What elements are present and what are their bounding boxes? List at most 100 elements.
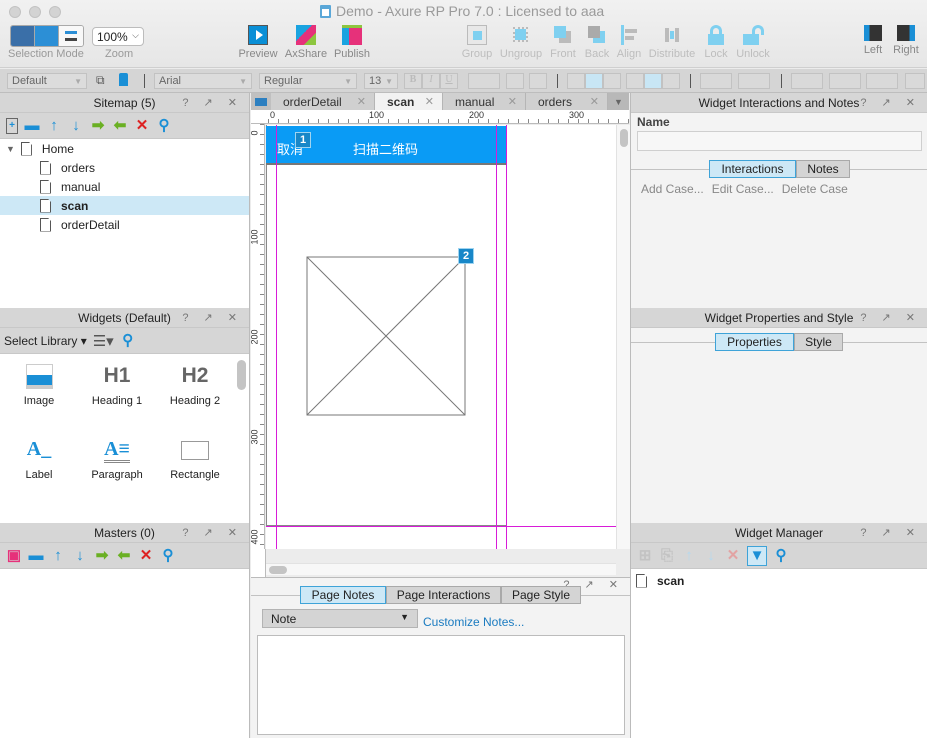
widgets-scrollbar[interactable]	[237, 360, 246, 390]
tree-item-orders[interactable]: orders	[0, 158, 249, 177]
border-color-button[interactable]	[791, 73, 823, 89]
horizontal-scrollbar[interactable]	[266, 563, 616, 575]
close-tab-icon[interactable]: ✕	[425, 95, 434, 108]
valign-top-button[interactable]	[626, 73, 644, 89]
right-panel-toggle[interactable]: Right	[891, 25, 921, 56]
minimize-window-button[interactable]	[29, 6, 41, 18]
style-manager-icon[interactable]: ⧉	[96, 73, 105, 88]
axshare-button[interactable]: AxShare	[284, 25, 328, 60]
close-window-button[interactable]	[9, 6, 21, 18]
search-icon[interactable]: ⚲	[156, 117, 172, 134]
style-select[interactable]: Default ▼	[7, 73, 87, 89]
zoom-window-button[interactable]	[49, 6, 61, 18]
italic-button[interactable]: I	[422, 73, 440, 89]
underline-button[interactable]: U	[440, 73, 458, 89]
widget-image[interactable]: Image	[0, 354, 78, 428]
fill-color-button[interactable]	[700, 73, 732, 89]
lock-button[interactable]: Lock	[702, 25, 730, 60]
move-down-icon[interactable]: ↓	[68, 117, 84, 134]
widget-name-input[interactable]	[637, 131, 922, 151]
distribute-button[interactable]: Distribute	[648, 25, 696, 60]
image-placeholder-widget[interactable]	[306, 256, 466, 416]
format-painter-icon[interactable]	[119, 73, 128, 86]
tab-page-notes[interactable]: Page Notes	[300, 586, 386, 604]
panel-controls[interactable]: ? ↗ ✕	[182, 308, 243, 328]
bold-button[interactable]: B	[404, 73, 422, 89]
zoom-select[interactable]: 100% ⌵	[92, 27, 144, 46]
indent-icon[interactable]: ➡	[90, 117, 106, 134]
left-panel-toggle[interactable]: Left	[860, 25, 886, 56]
delete-page-icon[interactable]: ✕	[134, 117, 150, 134]
guide-line[interactable]	[276, 125, 277, 549]
font-weight-select[interactable]: Regular ▼	[259, 73, 357, 89]
align-button[interactable]: Align	[615, 25, 643, 60]
font-color-button[interactable]	[468, 73, 500, 89]
align-left-button[interactable]	[567, 73, 585, 89]
tree-item-manual[interactable]: manual	[0, 177, 249, 196]
tab-interactions[interactable]: Interactions	[709, 160, 796, 178]
tab-page-style[interactable]: Page Style	[501, 586, 581, 604]
preview-button[interactable]: Preview	[238, 25, 278, 60]
scroll-thumb[interactable]	[269, 566, 287, 574]
move-up-icon[interactable]: ↑	[50, 547, 66, 564]
search-icon[interactable]: ⚲	[160, 547, 176, 564]
vertical-scrollbar[interactable]	[616, 125, 630, 549]
guide-line[interactable]	[506, 125, 507, 549]
add-folder-icon[interactable]: ▬	[28, 547, 44, 564]
close-tab-icon[interactable]: ✕	[590, 95, 599, 108]
tab-overflow-icon[interactable]: ▼	[608, 93, 629, 110]
select-contained-button[interactable]	[35, 26, 59, 46]
tab-menu-icon[interactable]	[251, 93, 271, 110]
move-up-icon[interactable]: ↑	[681, 547, 697, 564]
tree-item-scan[interactable]: scan	[0, 196, 249, 215]
font-size-select[interactable]: 13 ▼	[364, 73, 398, 89]
outdent-icon[interactable]: ⬅	[116, 547, 132, 564]
select-intersected-button[interactable]	[11, 26, 35, 46]
group-button[interactable]: Group	[460, 25, 494, 60]
select-library-dropdown[interactable]: Select Library ▾	[4, 334, 87, 348]
tab-properties[interactable]: Properties	[715, 333, 794, 351]
filter-icon[interactable]: ▼	[747, 545, 767, 566]
delete-icon[interactable]: ✕	[725, 547, 741, 564]
valign-middle-button[interactable]	[644, 73, 662, 89]
tree-item-orderdetail[interactable]: orderDetail	[0, 215, 249, 234]
widget-heading1[interactable]: H1 Heading 1	[78, 354, 156, 428]
widget-paragraph[interactable]: A≡ Paragraph	[78, 428, 156, 502]
page-notes-textarea[interactable]	[257, 635, 625, 735]
bullet-button[interactable]	[506, 73, 524, 89]
shadow-button[interactable]	[738, 73, 770, 89]
unlock-button[interactable]: Unlock	[735, 25, 771, 60]
border-width-button[interactable]	[829, 73, 861, 89]
outdent-icon[interactable]: ⬅	[112, 117, 128, 134]
close-tab-icon[interactable]: ✕	[508, 95, 517, 108]
footnote-badge[interactable]: 1	[295, 132, 311, 148]
indent-icon[interactable]: ➡	[94, 547, 110, 564]
tab-page-interactions[interactable]: Page Interactions	[386, 586, 501, 604]
note-type-select[interactable]: Note ▼	[262, 609, 418, 628]
delete-case-link[interactable]: Delete Case	[782, 182, 848, 196]
edit-case-link[interactable]: Edit Case...	[712, 182, 774, 196]
border-style-button[interactable]	[866, 73, 898, 89]
guide-line[interactable]	[496, 125, 497, 549]
footnote-badge[interactable]: 2	[458, 248, 474, 264]
scroll-thumb[interactable]	[620, 129, 628, 147]
widget-rectangle[interactable]: Rectangle	[156, 428, 234, 502]
widget-label[interactable]: A_ Label	[0, 428, 78, 502]
panel-controls[interactable]: ? ↗ ✕	[860, 93, 921, 113]
publish-button[interactable]: Publish	[332, 25, 372, 60]
duplicate-icon[interactable]: ⎘	[659, 547, 675, 564]
align-center-button[interactable]	[585, 73, 603, 89]
ungroup-button[interactable]: Ungroup	[499, 25, 543, 60]
panel-controls[interactable]: ? ↗ ✕	[860, 523, 921, 543]
font-family-select[interactable]: Arial ▼	[154, 73, 252, 89]
panel-controls[interactable]: ? ↗ ✕	[182, 93, 243, 113]
move-up-icon[interactable]: ↑	[46, 117, 62, 134]
add-case-link[interactable]: Add Case...	[641, 182, 704, 196]
tab-orderdetail[interactable]: orderDetail ✕	[271, 93, 375, 110]
manager-item-scan[interactable]: scan	[631, 571, 927, 590]
tab-notes[interactable]: Notes	[796, 160, 850, 178]
tab-style[interactable]: Style	[794, 333, 843, 351]
send-back-button[interactable]: Back	[582, 25, 612, 60]
add-folder-icon[interactable]: ▬	[24, 117, 40, 134]
move-down-icon[interactable]: ↓	[703, 547, 719, 564]
